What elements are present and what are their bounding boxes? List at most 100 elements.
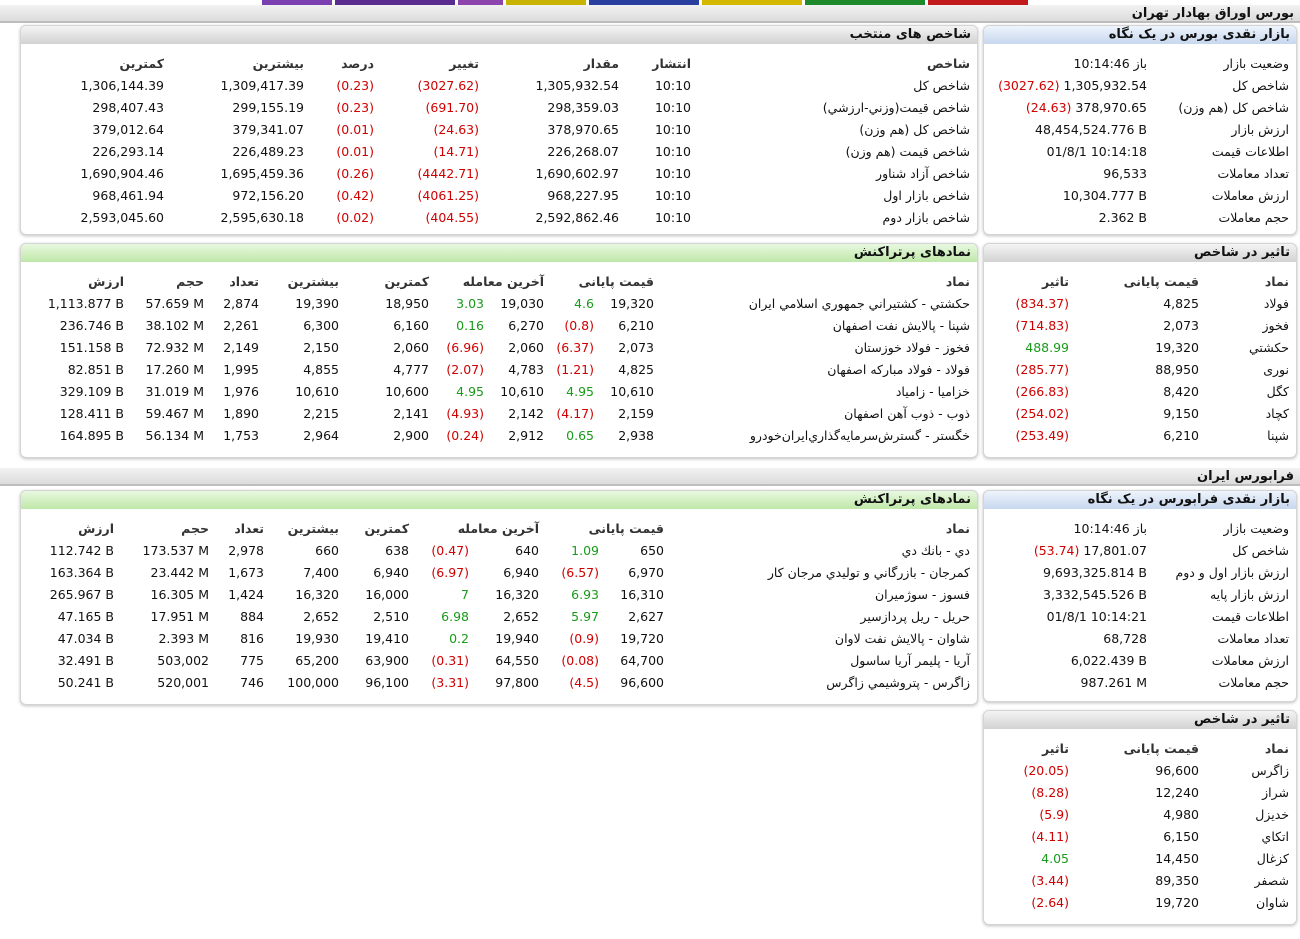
glance-value-cell: 01/8/1 10:14:18 [990, 140, 1150, 162]
tse-active-table: ارزش حجم تعداد بیشترین کمترین آخرین معام… [27, 270, 973, 446]
glance-row: 987.261 M حجم معاملات [990, 671, 1292, 693]
impact-price: 6,150 [1163, 828, 1199, 844]
index-pct: (0.23) [336, 77, 374, 93]
active-final: 6,970 [628, 564, 664, 580]
active-low: 63,900 [365, 652, 409, 668]
active-symbol: خگستر - گسترش‌سرمايه‌گذاري‌ايران‌خودرو [749, 427, 970, 443]
active-value: 112.742 B [49, 542, 114, 558]
ifb-section-title: فرابورس ایران [0, 468, 1300, 486]
table-row: (20.05) 96,600 زاگرس [990, 759, 1292, 781]
col-header-impact: تاثیر [1042, 740, 1069, 756]
active-high: 16,320 [295, 586, 339, 602]
glance-label: تعداد معاملات [1217, 630, 1289, 646]
active-value: 164.895 B [59, 427, 124, 443]
active-low: 16,000 [365, 586, 409, 602]
active-final-change: (0.08) [561, 652, 599, 668]
active-last: 19,030 [500, 295, 544, 311]
active-value: 265.967 B [49, 586, 114, 602]
glance-value-cell: (3027.62) 1,305,932.54 [990, 74, 1150, 96]
impact-value: (253.49) [1015, 427, 1070, 443]
active-low: 2,900 [393, 427, 429, 443]
index-value: 1,305,932.54 [535, 77, 620, 93]
active-value: 50.241 B [57, 674, 114, 690]
active-last: 640 [515, 542, 539, 558]
glance-label: شاخص کل (هم وزن) [1178, 99, 1289, 115]
index-name: شاخص قيمت(وزني-ارزشي) [822, 99, 970, 115]
ifb-active-table: ارزش حجم تعداد بیشترین کمترین آخرین معام… [27, 517, 973, 693]
index-change: (14.71) [433, 143, 479, 159]
table-row: 128.411 B 59.467 M 1,890 2,215 2,141 (4.93) 2,… [27, 402, 973, 424]
active-last: 2,060 [508, 339, 544, 355]
glance-value-cell: 987.261 M [990, 671, 1150, 693]
glance-row: 48,454,524.776 B ارزش بازار [990, 118, 1292, 140]
col-header-low: کمترین [364, 520, 409, 536]
glance-value-cell: 96,533 [990, 162, 1150, 184]
col-header-low: کمترین [119, 55, 164, 71]
active-last-change: 3.03 [456, 295, 484, 311]
col-header-high: بیشترین [252, 55, 304, 71]
active-last-change: 0.2 [449, 630, 469, 646]
glance-value-cell: باز 10:14:46 [990, 52, 1150, 74]
active-symbol: حريل - ريل پردازسير [860, 608, 970, 624]
active-final: 2,627 [628, 608, 664, 624]
table-row: 329.109 B 31.019 M 1,976 10,610 10,600 4.95 10… [27, 380, 973, 402]
impact-symbol: زاگرس [1251, 762, 1289, 778]
index-change: (24.63) [433, 121, 479, 137]
impact-symbol: شپنا [1267, 427, 1289, 443]
active-high: 100,000 [287, 674, 339, 690]
index-high: 226,489.23 [232, 143, 304, 159]
col-header-high: بیشترین [287, 273, 339, 289]
glance-row: (53.74) 17,801.07 شاخص کل [990, 539, 1292, 561]
impact-value: (266.83) [1015, 383, 1070, 399]
glance-row: 3,332,545.526 B ارزش بازار پایه [990, 583, 1292, 605]
active-last-change: 7 [461, 586, 469, 602]
col-header-time: انتشار [652, 55, 691, 71]
ifb-glance-title: بازار نقدی فرابورس در یک نگاه [984, 491, 1296, 509]
glance-value: 01/8/1 10:14:18 [1046, 143, 1147, 159]
table-row: (714.83) 2,073 فخوز [990, 314, 1292, 336]
active-final-change: (1.21) [556, 361, 594, 377]
active-final-change: 0.65 [566, 427, 594, 443]
impact-value: (2.64) [1031, 894, 1069, 910]
glance-label: وضعیت بازار [1223, 520, 1289, 536]
glance-row: باز 10:14:46 وضعیت بازار [990, 52, 1292, 74]
table-row: 47.165 B 17.951 M 884 2,652 2,510 6.98 2,652 5.… [27, 605, 973, 627]
active-high: 7,400 [303, 564, 339, 580]
tse-indices-panel: شاخص های منتخب کمترین بیشترین درصد تغییر… [20, 25, 978, 235]
active-final: 2,938 [618, 427, 654, 443]
glance-value: 96,533 [1103, 165, 1147, 181]
glance-row: 96,533 تعداد معاملات [990, 162, 1292, 184]
active-final-change: (4.5) [569, 674, 599, 690]
col-header-change: تغییر [449, 55, 479, 71]
index-pct: (0.26) [336, 165, 374, 181]
index-low: 1,690,904.46 [80, 165, 165, 181]
active-value: 151.158 B [59, 339, 124, 355]
table-row: 163.364 B 23.442 M 1,673 7,400 6,940 (6.97) 6,… [27, 561, 973, 583]
active-final: 16,310 [620, 586, 664, 602]
glance-row: 10,304.777 B ارزش معاملات [990, 184, 1292, 206]
active-final: 2,073 [618, 339, 654, 355]
table-row: (5.9) 4,980 خديزل [990, 803, 1292, 825]
col-header-last: آخرین معامله [462, 273, 544, 289]
active-last: 4,783 [508, 361, 544, 377]
active-last: 97,800 [495, 674, 539, 690]
impact-value: (20.05) [1023, 762, 1069, 778]
active-final: 96,600 [620, 674, 664, 690]
glance-label: شاخص کل [1232, 542, 1289, 558]
glance-row: (3027.62) 1,305,932.54 شاخص کل [990, 74, 1292, 96]
active-volume: 503,002 [157, 652, 209, 668]
active-high: 6,300 [303, 317, 339, 333]
glance-value-cell: 3,332,545.526 B [990, 583, 1150, 605]
active-last: 19,940 [495, 630, 539, 646]
index-pct: (0.02) [336, 209, 374, 225]
impact-price: 2,073 [1163, 317, 1199, 333]
glance-value-cell: 48,454,524.776 B [990, 118, 1150, 140]
impact-price: 14,450 [1155, 850, 1199, 866]
glance-value-cell: 2.362 B [990, 206, 1150, 228]
impact-price: 6,210 [1163, 427, 1199, 443]
table-row: (266.83) 8,420 كگل [990, 380, 1292, 402]
active-value: 236.746 B [59, 317, 124, 333]
active-high: 2,215 [303, 405, 339, 421]
glance-row: 68,728 تعداد معاملات [990, 627, 1292, 649]
impact-price: 96,600 [1155, 762, 1199, 778]
